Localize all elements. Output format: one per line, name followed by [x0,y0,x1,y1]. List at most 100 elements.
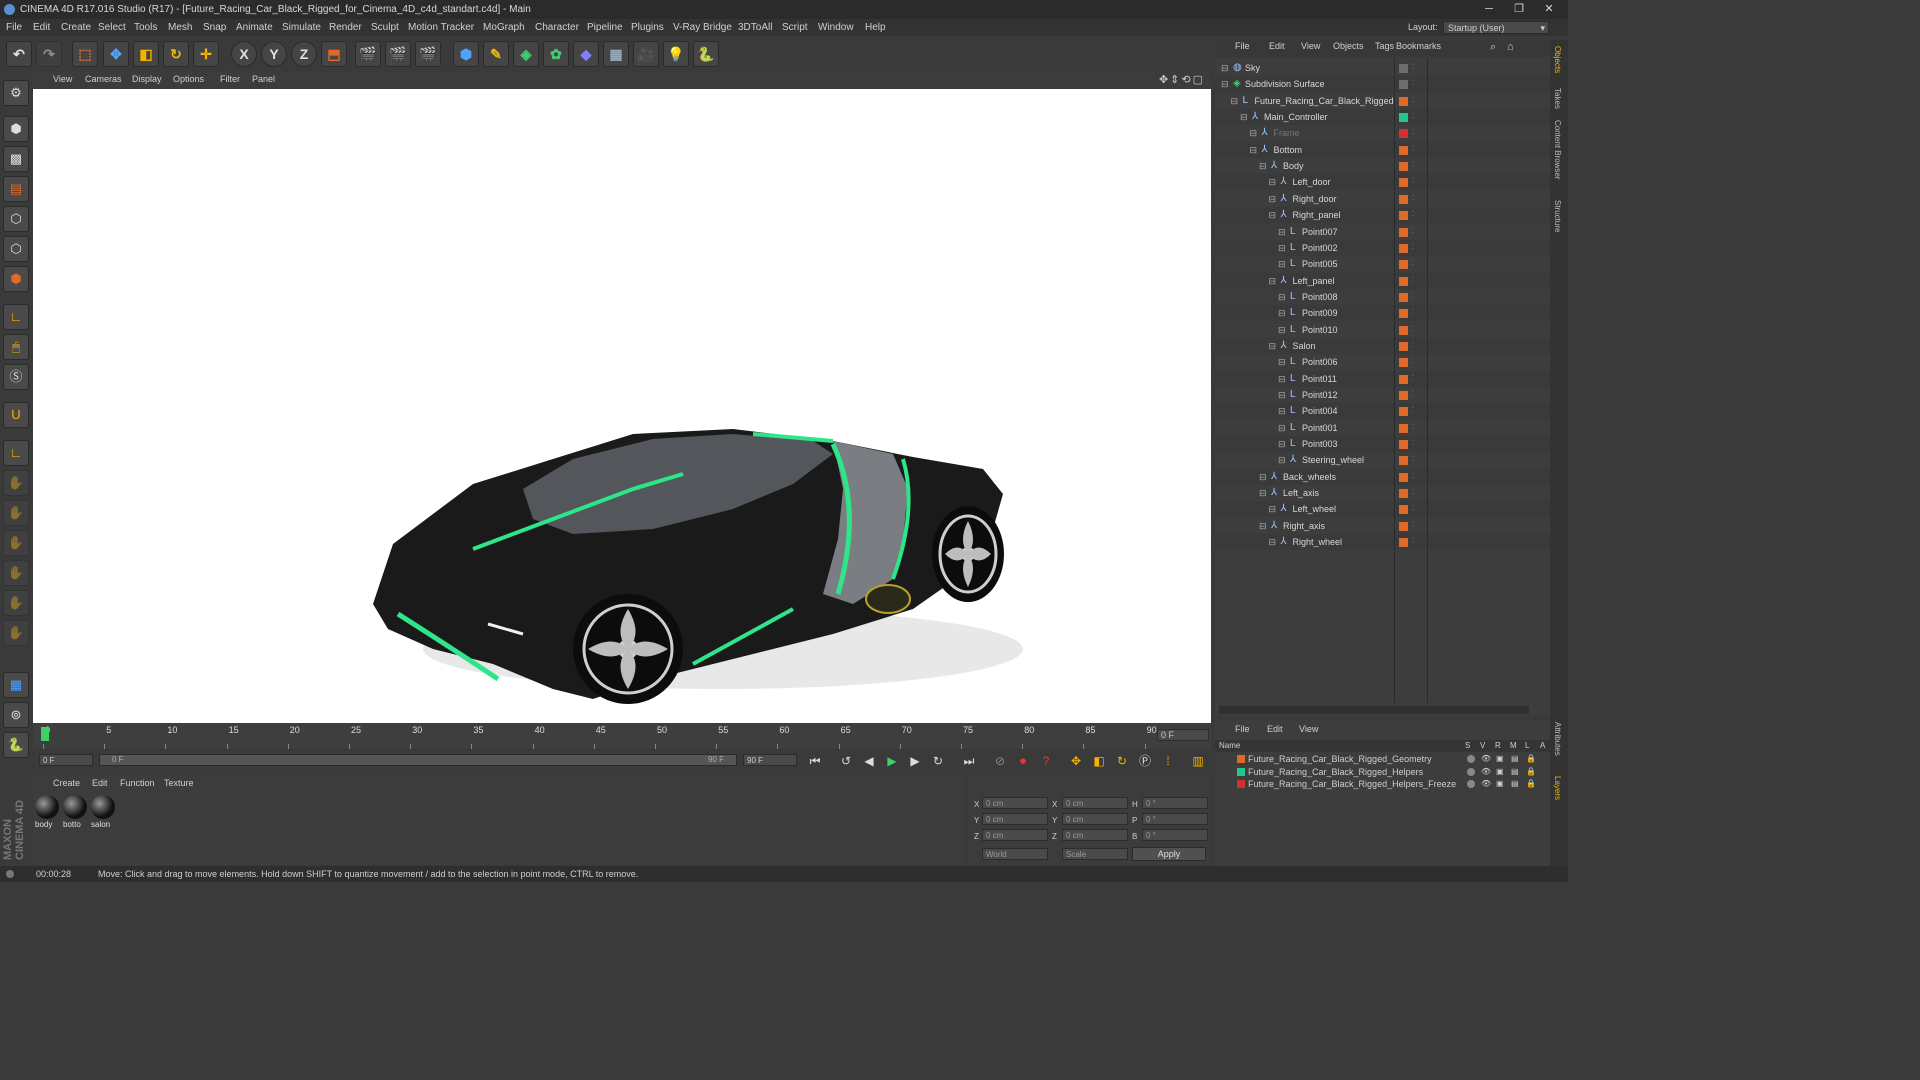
visibility-dots-icon[interactable]: ⁚ [1412,354,1414,370]
layer-color-swatch[interactable] [1399,538,1408,548]
layer-color-swatch[interactable] [1399,64,1408,73]
visibility-dots-icon[interactable]: ⁚ [1412,518,1414,534]
layer-row[interactable]: Future_Racing_Car_Black_Rigged_Geometry 👁… [1215,753,1550,765]
visibility-dots-icon[interactable]: ⁚ [1412,469,1414,485]
layer-manager-icon[interactable]: ▤ [1511,753,1519,765]
expand-toggle-icon[interactable]: ⊟ [1231,93,1239,109]
layer-manager-icon[interactable]: ▤ [1511,766,1519,778]
menu-mograph[interactable]: MoGraph [483,19,525,36]
layer-color-swatch[interactable] [1237,780,1245,788]
object-row[interactable]: ⊟ ⅄ Right_wheel ⁚ [1215,534,1550,551]
expand-toggle-icon[interactable]: ⊟ [1250,125,1258,141]
visibility-dots-icon[interactable]: ⁚ [1412,256,1414,272]
dock-tab-takes[interactable]: Takes [1553,88,1562,109]
expand-toggle-icon[interactable]: ⊟ [1259,518,1267,534]
model-mode-icon[interactable]: ⬢ [3,116,29,142]
sculpt-pinch-icon[interactable]: ✋ [3,620,29,646]
menu-script[interactable]: Script [782,19,808,36]
expand-toggle-icon[interactable]: ⊟ [1259,158,1267,174]
object-menu-edit[interactable]: Edit [1269,41,1285,51]
timeline-window-icon[interactable]: ▥ [1188,751,1208,771]
layer-solo-icon[interactable] [1467,767,1475,776]
object-row[interactable]: ⊟ ⅄ Bottom ⁚ [1215,141,1550,158]
object-row[interactable]: ⊟ ⅄ Salon ⁚ [1215,337,1550,354]
viewport-menu-options[interactable]: Options [173,74,204,84]
visibility-dots-icon[interactable]: ⁚ [1412,240,1414,256]
rot-h-field[interactable]: 0 ° [1142,797,1208,809]
timeline-ruler[interactable]: 051015202530354045505560657075808590 0 F [33,723,1211,749]
viewport-menu-panel[interactable]: Panel [252,74,275,84]
previous-key-icon[interactable]: ↺ [836,751,856,771]
layer-menu-file[interactable]: File [1235,724,1250,734]
pos-x-field[interactable]: 0 cm [982,797,1048,809]
python-script-icon[interactable]: 🐍 [3,732,29,758]
layer-color-swatch[interactable] [1399,325,1408,335]
layer-color-swatch[interactable] [1237,755,1245,763]
start-frame-field[interactable]: 0 F [39,754,93,766]
expand-toggle-icon[interactable]: ⊟ [1269,501,1277,517]
expand-toggle-icon[interactable]: ⊟ [1259,485,1267,501]
layer-color-swatch[interactable] [1399,80,1408,90]
viewport-menu-filter[interactable]: Filter [220,74,240,84]
expand-toggle-icon[interactable]: ⊟ [1269,273,1277,289]
scale-y-field[interactable]: 0 cm [1062,813,1128,825]
snap-icon[interactable]: Ⓢ [3,364,29,390]
expand-toggle-icon[interactable]: ⊟ [1278,305,1286,321]
minimize-button[interactable]: ─ [1474,0,1504,19]
x-axis-lock-button[interactable]: X [231,41,257,67]
render-view-icon[interactable]: 🎬 [355,41,381,67]
object-hscrollbar[interactable] [1219,706,1529,714]
object-menu-objects[interactable]: Objects [1333,41,1364,51]
viewport-menu-cameras[interactable]: Cameras [85,74,122,84]
object-row[interactable]: ⊟ ⅄ Right_panel ⁚ [1215,207,1550,224]
layer-color-swatch[interactable] [1399,113,1408,123]
expand-toggle-icon[interactable]: ⊟ [1240,109,1248,125]
make-editable-icon[interactable]: ⚙ [3,80,29,106]
expand-toggle-icon[interactable]: ⊟ [1278,289,1286,305]
material-swatch[interactable] [35,795,59,819]
layer-solo-icon[interactable] [1467,755,1475,763]
visibility-dots-icon[interactable]: ⁚ [1412,76,1414,92]
dock-tab-structure[interactable]: Structure [1553,200,1562,232]
array-icon[interactable]: ✿ [543,41,569,67]
menu-v-ray-bridge[interactable]: V-Ray Bridge [673,19,732,36]
object-row[interactable]: ⊟ ⅄ Left_door ⁚ [1215,174,1550,191]
visibility-dots-icon[interactable]: ⁚ [1412,125,1414,141]
key-position-icon[interactable]: ✥ [1066,751,1086,771]
sculpt-inflate-icon[interactable]: ✋ [3,560,29,586]
scale-z-field[interactable]: 0 cm [1062,829,1128,841]
go-to-end-icon[interactable]: ⏭ [959,751,979,771]
object-row[interactable]: ⊟ L Future_Racing_Car_Black_Rigged ⁚ [1215,93,1550,109]
menu-motion-tracker[interactable]: Motion Tracker [408,19,474,36]
menu-character[interactable]: Character [535,19,579,36]
layer-visible-icon[interactable]: 👁 [1481,778,1491,790]
layer-color-swatch[interactable] [1399,472,1408,482]
visibility-dots-icon[interactable]: ⁚ [1412,338,1414,354]
object-row[interactable]: ⊟ ⅄ Right_axis ⁚ [1215,518,1550,534]
coordinate-system-icon[interactable]: ⬒ [321,41,347,67]
layer-color-swatch[interactable] [1399,440,1408,450]
object-row[interactable]: ⊟ L Point010 ⁚ [1215,322,1550,338]
visibility-dots-icon[interactable]: ⁚ [1412,485,1414,501]
close-button[interactable]: ✕ [1534,0,1564,19]
visibility-dots-icon[interactable]: ⁚ [1412,371,1414,387]
layer-color-swatch[interactable] [1399,358,1408,368]
visibility-dots-icon[interactable]: ⁚ [1412,273,1414,289]
key-rotation-icon[interactable]: ↻ [1112,751,1132,771]
layer-color-swatch[interactable] [1399,145,1408,155]
layer-menu-edit[interactable]: Edit [1267,724,1283,734]
magnet-icon[interactable]: U [3,402,29,428]
layer-render-icon[interactable]: ▣ [1496,753,1504,765]
layer-color-swatch[interactable] [1399,391,1408,400]
layer-color-swatch[interactable] [1399,505,1408,515]
axis-mode-icon[interactable]: ∟ [3,304,29,330]
tweak-mode-icon[interactable]: 🖱 [3,334,29,360]
expand-toggle-icon[interactable]: ⊟ [1278,240,1286,256]
menu-snap[interactable]: Snap [203,19,226,36]
maximize-button[interactable]: ❐ [1504,0,1534,19]
layer-row[interactable]: Future_Racing_Car_Black_Rigged_Helpers_F… [1215,778,1550,790]
object-row[interactable]: ⊟ L Point005 ⁚ [1215,256,1550,272]
viewport-nav-icons[interactable]: ✥⇕⟲▢ [1159,73,1205,86]
perspective-viewport[interactable] [33,89,1211,723]
layer-lock-icon[interactable]: 🔒 [1526,753,1536,765]
